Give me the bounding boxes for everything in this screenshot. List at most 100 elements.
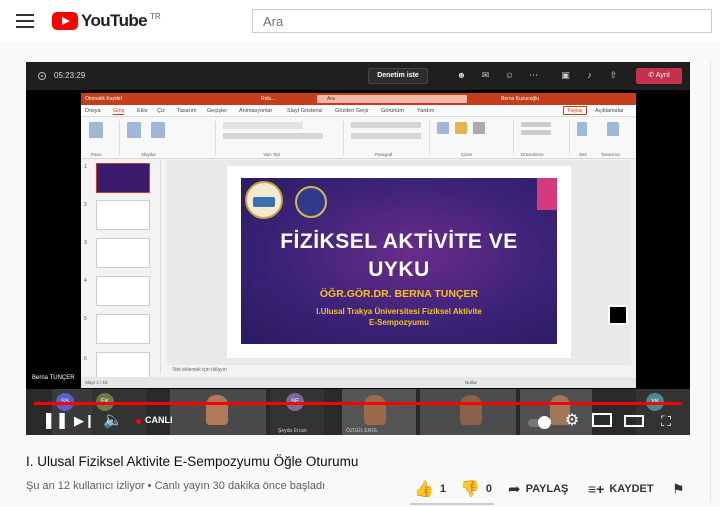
university-logo — [245, 181, 283, 219]
slide-thumb-4[interactable] — [96, 276, 150, 306]
flag-icon: ⚑ — [672, 480, 685, 497]
slide-title: FİZİKSEL AKTİVİTE VE UYKU — [280, 230, 518, 281]
slide-thumb-1[interactable] — [96, 163, 150, 193]
slide-thumb-2[interactable] — [96, 200, 150, 230]
slide-presenter: ÖĞR.GÖR.DR. BERNA TUNÇER — [319, 288, 479, 300]
menu-icon[interactable] — [16, 14, 34, 28]
logo-text: YouTube — [81, 11, 148, 30]
slide-scrollbar[interactable] — [631, 160, 636, 374]
logo-region: TR — [150, 11, 161, 21]
ppt-user-name: Berna Kuzucoğlu — [501, 96, 540, 102]
share-label: PAYLAŞ — [525, 483, 569, 495]
ribbon-group-duzenleme: Düzenleme — [517, 120, 567, 157]
camera-off-icon[interactable]: ▣ — [560, 70, 571, 81]
leave-button[interactable]: ✆ Ayrıl — [636, 68, 682, 84]
tab-animasyonlar[interactable]: Animasyonlar — [239, 108, 272, 114]
share-button[interactable]: ➦ PAYLAŞ — [508, 480, 568, 498]
ribbon-group-paragraf: Paragraf — [347, 120, 427, 157]
notes-pane[interactable]: Not eklemek için tıklayın — [167, 367, 631, 375]
tab-giris[interactable]: Giriş — [113, 108, 125, 115]
dislike-button[interactable]: 👎 0 — [460, 480, 492, 498]
slide-canvas: FİZİKSEL AKTİVİTE VE UYKU ÖĞR.GÖR.DR. BE… — [167, 160, 631, 365]
thumbs-down-icon: 👎 — [460, 481, 480, 498]
video-meta: Şu an 12 kullanıcı izliyor • Canlı yayın… — [26, 480, 326, 492]
search-input[interactable] — [253, 10, 711, 32]
record-icon — [38, 72, 46, 80]
share-screen-icon[interactable]: ⇧ — [608, 70, 619, 81]
miniplayer-icon[interactable] — [592, 413, 612, 427]
fullscreen-icon[interactable]: ⛶ — [656, 411, 676, 431]
progress-bar[interactable] — [34, 402, 682, 405]
chat-icon[interactable]: ✉ — [480, 70, 491, 81]
faculty-logo — [295, 186, 327, 218]
ppt-share-button[interactable]: Paylaş — [563, 106, 587, 115]
current-slide[interactable]: FİZİKSEL AKTİVİTE VE UYKU ÖĞR.GÖR.DR. BE… — [227, 166, 571, 358]
video-title: I. Ulusal Fiziksel Aktivite E-Sempozyumu… — [26, 454, 359, 469]
theater-mode-icon[interactable] — [624, 415, 644, 427]
slide-background: FİZİKSEL AKTİVİTE VE UYKU ÖĞR.GÖR.DR. BE… — [241, 178, 557, 344]
more-icon[interactable]: ⋯ — [528, 70, 539, 81]
youtube-play-icon — [52, 12, 78, 30]
like-button[interactable]: 👍 1 — [414, 480, 446, 498]
presenter-name-tag: Berna TUNÇER — [32, 375, 75, 381]
call-timer: 05:23:29 — [54, 71, 86, 80]
dislike-count: 0 — [485, 483, 493, 495]
ribbon-group-ses: Ses — [573, 120, 597, 157]
like-ratio-bar — [410, 503, 494, 505]
autoplay-toggle[interactable] — [528, 416, 551, 429]
tab-ekle[interactable]: Ekle — [137, 108, 148, 114]
tab-tasarim[interactable]: Tasarım — [177, 108, 197, 114]
ribbon-group-slaytlar: Slaytlar — [123, 120, 179, 157]
playlist-add-icon: ≡+ — [588, 481, 605, 497]
tab-gozden-gecir[interactable]: Gözden Geçir — [335, 108, 369, 114]
notes-toggle[interactable]: Notlar — [465, 380, 477, 385]
tab-gorunum[interactable]: Görünüm — [381, 108, 404, 114]
youtube-logo[interactable]: YouTube TR — [52, 10, 161, 32]
secondary-column — [710, 62, 720, 502]
player-controls: ❚❚ ▶❙ 🔈 CANLI ⚙ ⛶ — [26, 407, 690, 435]
settings-icon[interactable]: ⚙ — [562, 411, 582, 431]
powerpoint-window: Otomatik Kaydet Rolu... Ara Berna Kuzuco… — [81, 93, 636, 388]
tab-ciz[interactable]: Çiz — [157, 108, 165, 114]
report-button[interactable]: ⚑ — [672, 480, 685, 498]
comments-button[interactable]: Açıklamalar — [595, 108, 624, 114]
video-player[interactable]: 05:23:29 Denetim iste ☻ ✉ ☺ ⋯ ▣ ♪ ⇧ ✆ Ay… — [26, 62, 690, 435]
slide-accent-bar — [537, 178, 557, 210]
ppt-title-bar: Otomatik Kaydet Rolu... Ara Berna Kuzuco… — [81, 93, 636, 105]
save-button[interactable]: ≡+ KAYDET — [588, 480, 654, 498]
next-icon[interactable]: ▶❙ — [74, 411, 95, 431]
mic-off-icon[interactable]: ♪ — [584, 70, 595, 81]
slide-thumb-5[interactable] — [96, 314, 150, 344]
participants-icon[interactable]: ☻ — [456, 70, 467, 81]
tab-slayt-gosterisi[interactable]: Slayt Gösterisi — [287, 108, 322, 114]
teams-toolbar: 05:23:29 Denetim iste ☻ ✉ ☺ ⋯ ▣ ♪ ⇧ ✆ Ay… — [26, 62, 690, 90]
reactions-icon[interactable]: ☺ — [504, 70, 515, 81]
ribbon-group-tasarimci: Tasarımcı — [601, 120, 635, 157]
slide-counter: Slayt 1 / 18 — [85, 380, 108, 385]
volume-icon[interactable]: 🔈 — [102, 411, 124, 431]
slide-thumb-3[interactable] — [96, 238, 150, 268]
review-request-button[interactable]: Denetim iste — [368, 68, 428, 84]
slide-subtitle: I.Ulusal Trakya Üniversitesi Fiziksel Ak… — [316, 307, 482, 327]
pause-icon[interactable]: ❚❚ — [42, 411, 69, 431]
tab-gecisler[interactable]: Geçişler — [207, 108, 227, 114]
live-badge[interactable]: CANLI — [145, 415, 173, 425]
slide-thumbnails: 1 2 3 4 5 6 — [81, 160, 161, 382]
ppt-search[interactable]: Ara — [317, 95, 467, 103]
live-dot — [136, 419, 141, 424]
share-icon: ➦ — [508, 481, 521, 498]
ribbon-group-cizim: Çizim — [433, 120, 509, 157]
popout-icon[interactable] — [608, 305, 628, 325]
ppt-ribbon-tabs: Dosya Giriş Ekle Çiz Tasarım Geçişler An… — [81, 105, 636, 117]
ppt-ribbon: Pano Slaytlar Yazı Tipi Paragraf Çizim D… — [81, 117, 636, 159]
ribbon-group-pano: Pano — [85, 120, 115, 157]
ribbon-group-yazi-tipi: Yazı Tipi — [219, 120, 339, 157]
tab-dosya[interactable]: Dosya — [85, 108, 101, 114]
autosave-label: Otomatik Kaydet — [85, 96, 122, 102]
search-box[interactable] — [252, 9, 712, 33]
ppt-status-bar: Slayt 1 / 18 Notlar — [81, 377, 636, 388]
masthead: YouTube TR — [0, 0, 720, 42]
tab-yardim[interactable]: Yardım — [417, 108, 434, 114]
save-label: KAYDET — [609, 483, 654, 495]
like-count: 1 — [439, 483, 447, 495]
